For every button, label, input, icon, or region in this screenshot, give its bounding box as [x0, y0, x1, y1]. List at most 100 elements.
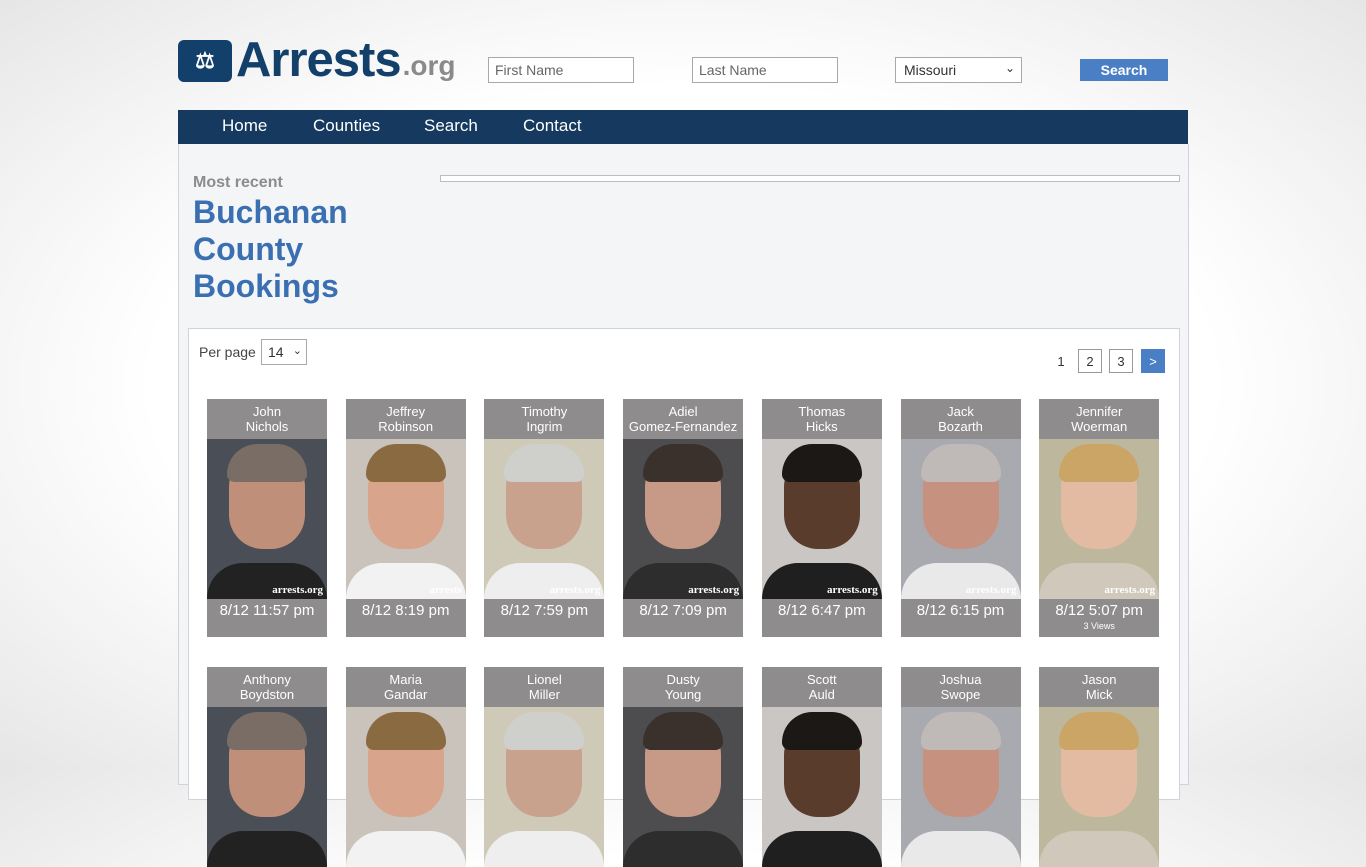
- site-logo[interactable]: ⚖ Arrests .org: [178, 33, 456, 87]
- last-name: Robinson: [378, 419, 434, 434]
- booking-time: 8/12 6:15 pm: [916, 602, 1005, 619]
- booking-card[interactable]: Lionel Miller: [484, 667, 605, 867]
- first-name: Jack: [947, 404, 974, 419]
- last-name: Gomez-Fernandez: [628, 419, 738, 434]
- booking-name: Jason Mick: [1039, 667, 1159, 707]
- first-name: Jennifer: [1076, 404, 1123, 419]
- booking-card[interactable]: Dusty Young: [623, 667, 744, 867]
- last-name: Mick: [1085, 687, 1113, 702]
- booking-card[interactable]: Maria Gandar: [345, 667, 466, 867]
- page-3-link[interactable]: 3: [1109, 349, 1133, 373]
- page-2-link[interactable]: 2: [1078, 349, 1102, 373]
- first-name: Jeffrey: [386, 404, 426, 419]
- booking-name: John Nichols: [207, 399, 327, 439]
- booking-name: Thomas Hicks: [762, 399, 882, 439]
- view-count: 3 Views: [1083, 621, 1115, 631]
- booking-card[interactable]: Jeffrey Robinson arrests 8/12 8:19 pm: [345, 399, 466, 637]
- last-name-input[interactable]: Last Name: [692, 57, 838, 83]
- mugshot-image[interactable]: [761, 707, 882, 867]
- booking-card[interactable]: Timothy Ingrim arrests.org 8/12 7:59 pm: [484, 399, 605, 637]
- watermark: arrests.org: [826, 584, 878, 596]
- state-select[interactable]: Missouri ⌄: [895, 57, 1022, 83]
- last-name: Hicks: [805, 419, 838, 434]
- mugshot-image[interactable]: arrests.org: [900, 439, 1021, 599]
- first-name: John: [252, 404, 282, 419]
- mugshot-image[interactable]: [484, 707, 605, 867]
- booking-card[interactable]: Jason Mick: [1039, 667, 1160, 867]
- booking-time: 8/12 5:07 pm: [1055, 602, 1143, 619]
- chevron-down-icon: ⌄: [292, 345, 302, 357]
- booking-card[interactable]: Joshua Swope: [900, 667, 1021, 867]
- mugshot-image[interactable]: arrests.org: [207, 439, 327, 599]
- last-name: Bozarth: [938, 419, 983, 434]
- booking-name: Dusty Young: [623, 667, 743, 707]
- booking-card[interactable]: John Nichols arrests.org 8/12 11:57 pm: [207, 399, 327, 637]
- booking-name: Maria Gandar: [346, 667, 466, 707]
- mugshot-image[interactable]: [345, 707, 466, 867]
- first-name: Thomas: [798, 404, 846, 419]
- mugshot-image[interactable]: [207, 707, 327, 867]
- last-name: Gandar: [384, 687, 428, 702]
- last-name: Boydston: [239, 687, 295, 702]
- next-page-button[interactable]: >: [1141, 349, 1165, 373]
- last-name: Miller: [528, 687, 560, 702]
- watermark: arrests.org: [688, 584, 740, 596]
- first-name-input[interactable]: First Name: [488, 57, 634, 83]
- booking-time: 8/12 8:19 pm: [361, 602, 450, 619]
- per-page-label: Per page: [199, 344, 256, 360]
- mugshot-image[interactable]: [623, 707, 744, 867]
- per-page-select[interactable]: 14 ⌄: [261, 339, 307, 365]
- handcuffs-icon: ⚖: [178, 40, 232, 82]
- page-kicker: Most recent: [193, 174, 283, 191]
- booking-name: Anthony Boydston: [207, 667, 327, 707]
- first-name: Scott: [806, 672, 837, 687]
- banner-placeholder: [440, 175, 1180, 182]
- mugshot-image[interactable]: arrests.org: [761, 439, 882, 599]
- main-content: Most recent Buchanan County Bookings Per…: [178, 144, 1189, 867]
- search-button[interactable]: Search: [1080, 59, 1168, 81]
- per-page-value: 14: [268, 344, 284, 360]
- nav-home[interactable]: Home: [222, 110, 267, 144]
- watermark: arrests.org: [549, 584, 601, 596]
- logo-brand: Arrests: [236, 33, 402, 87]
- nav-counties[interactable]: Counties: [313, 110, 380, 144]
- mugshot-image[interactable]: arrests: [345, 439, 466, 599]
- nav-search[interactable]: Search: [424, 110, 478, 144]
- first-name: Joshua: [939, 672, 982, 687]
- last-name: Ingrim: [526, 419, 563, 434]
- page-1: 1: [1057, 353, 1065, 369]
- mugshot-image[interactable]: arrests.org: [623, 439, 744, 599]
- first-name: Anthony: [243, 672, 291, 687]
- mugshot-image[interactable]: [1039, 707, 1160, 867]
- booking-card[interactable]: Jennifer Woerman arrests.org 8/12 5:07 pm 3 …: [1039, 399, 1160, 637]
- nav-contact[interactable]: Contact: [523, 110, 582, 144]
- last-name: Swope: [940, 687, 981, 702]
- logo-tld: .org: [402, 50, 456, 81]
- booking-name: Scott Auld: [762, 667, 882, 707]
- mugshot-image[interactable]: [900, 707, 1021, 867]
- booking-time: 8/12 11:57 pm: [219, 602, 315, 619]
- first-name: Adiel: [668, 404, 698, 419]
- booking-card[interactable]: Anthony Boydston: [207, 667, 327, 867]
- chevron-down-icon: ⌄: [1004, 61, 1015, 75]
- mugshot-image[interactable]: arrests.org: [484, 439, 605, 599]
- booking-name: Jeffrey Robinson: [346, 399, 466, 439]
- booking-card[interactable]: Adiel Gomez-Fernandez arrests.org 8/12 7:09…: [623, 399, 744, 637]
- booking-name: Jack Bozarth: [901, 399, 1021, 439]
- booking-name: Jennifer Woerman: [1039, 399, 1159, 439]
- first-name: Jason: [1081, 672, 1117, 687]
- booking-card[interactable]: Thomas Hicks arrests.org 8/12 6:47 pm: [761, 399, 882, 637]
- mugshot-image[interactable]: arrests.org: [1039, 439, 1160, 599]
- last-name: Auld: [808, 687, 835, 702]
- booking-time: 8/12 7:59 pm: [500, 602, 589, 619]
- page-title: Buchanan County Bookings: [193, 194, 348, 304]
- first-name: Dusty: [666, 672, 700, 687]
- last-name: Woerman: [1071, 419, 1128, 434]
- watermark: arrests: [429, 584, 462, 596]
- booking-card[interactable]: Jack Bozarth arrests.org 8/12 6:15 pm: [900, 399, 1021, 637]
- booking-card[interactable]: Scott Auld: [761, 667, 882, 867]
- booking-name: Joshua Swope: [901, 667, 1021, 707]
- booking-name: Timothy Ingrim: [484, 399, 604, 439]
- last-name: Young: [664, 687, 702, 702]
- state-select-value: Missouri: [904, 62, 957, 78]
